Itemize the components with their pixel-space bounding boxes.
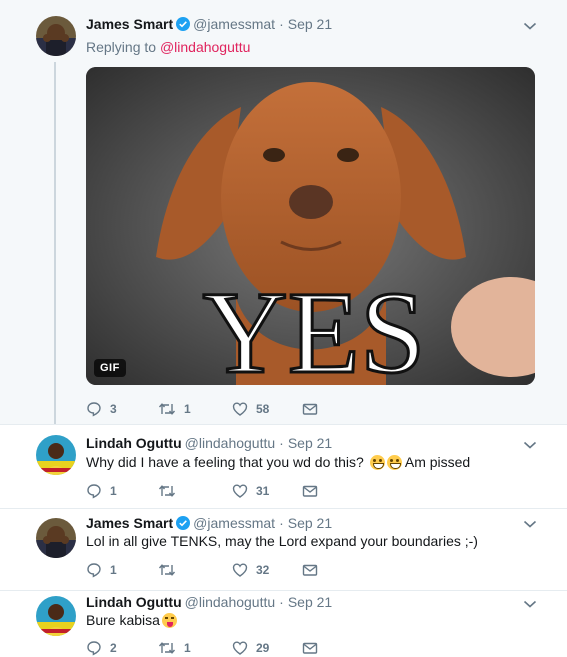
display-name[interactable]: James Smart (86, 515, 173, 531)
envelope-icon (302, 403, 318, 415)
tweet-header: Lindah Oguttu @lindahoguttu · Sep 21 (86, 434, 332, 452)
thread-line (54, 62, 56, 424)
like-count: 32 (256, 563, 270, 577)
avatar[interactable] (36, 16, 76, 56)
gif-media[interactable]: YES GIF (86, 67, 535, 385)
focused-tweet[interactable]: James Smart @jamessmat · Sep 21 Replying to… (0, 0, 567, 424)
heart-icon (232, 402, 248, 416)
tweet-actions: 2 1 29 (86, 639, 346, 657)
envelope-icon (302, 642, 318, 654)
tweet-actions: 1 31 (86, 482, 346, 500)
gif-caption: YES (203, 267, 426, 385)
reply-tweet[interactable]: James Smart @jamessmat · Sep 21 Lol in all … (0, 508, 567, 590)
separator: · (279, 435, 284, 451)
retweet-icon (158, 564, 176, 576)
reply-count: 2 (110, 641, 117, 655)
retweet-count: 1 (184, 402, 191, 416)
avatar[interactable] (36, 596, 76, 636)
dog-gif-image: YES (86, 67, 535, 385)
separator: · (279, 594, 284, 610)
tweet-header: James Smart @jamessmat · Sep 21 (86, 514, 332, 532)
avatar[interactable] (36, 435, 76, 475)
chevron-down-icon[interactable] (523, 21, 537, 31)
timestamp[interactable]: Sep 21 (288, 16, 332, 32)
tweet-header: Lindah Oguttu @lindahoguttu · Sep 21 (86, 593, 332, 611)
replying-to-label: Replying to (86, 39, 157, 55)
retweet-button[interactable]: 1 (158, 400, 191, 418)
separator: · (279, 16, 284, 32)
heart-icon (232, 641, 248, 655)
retweet-button[interactable] (158, 482, 184, 500)
direct-message-button[interactable] (302, 482, 318, 500)
handle[interactable]: @jamessmat (193, 515, 275, 531)
display-name[interactable]: Lindah Oguttu (86, 435, 182, 451)
like-count: 31 (256, 484, 270, 498)
reply-button[interactable]: 1 (86, 482, 117, 500)
reply-icon (87, 563, 101, 578)
reply-button[interactable]: 1 (86, 561, 117, 579)
reply-count: 1 (110, 484, 117, 498)
tweet-header: James Smart @jamessmat · Sep 21 (86, 15, 332, 33)
chevron-down-icon[interactable] (523, 519, 537, 529)
reply-icon (87, 484, 101, 499)
reply-icon (87, 641, 101, 656)
retweet-icon (158, 642, 176, 654)
direct-message-button[interactable] (302, 561, 318, 579)
heart-icon (232, 484, 248, 498)
timestamp[interactable]: Sep 21 (288, 515, 332, 531)
reply-icon (87, 402, 101, 417)
like-count: 58 (256, 402, 270, 416)
verified-badge-icon (176, 17, 191, 31)
retweet-button[interactable]: 1 (158, 639, 191, 657)
display-name[interactable]: Lindah Oguttu (86, 594, 182, 610)
like-button[interactable]: 32 (232, 561, 269, 579)
reply-tweet[interactable]: Lindah Oguttu @lindahoguttu · Sep 21 Bure k… (0, 590, 567, 657)
retweet-button[interactable] (158, 561, 184, 579)
chevron-down-icon[interactable] (523, 440, 537, 450)
envelope-icon (302, 564, 318, 576)
tweet-text-tail: Am pissed (404, 454, 471, 470)
tweet-actions: 1 32 (86, 561, 346, 579)
replying-to-link[interactable]: @lindahoguttu (160, 39, 251, 55)
handle[interactable]: @lindahoguttu (185, 594, 276, 610)
verified-badge-icon (176, 516, 191, 530)
heart-icon (232, 563, 248, 577)
handle[interactable]: @lindahoguttu (185, 435, 276, 451)
grinning-face-icon (369, 455, 385, 470)
retweet-icon (158, 485, 176, 497)
handle[interactable]: @jamessmat (193, 16, 275, 32)
display-name[interactable]: James Smart (86, 16, 173, 32)
tweet-actions: 3 1 58 (86, 400, 346, 418)
chevron-down-icon[interactable] (523, 599, 537, 609)
tweet-text: Lol in all give TENKS, may the Lord expa… (86, 533, 478, 549)
reply-button[interactable]: 3 (86, 400, 117, 418)
tongue-face-icon (161, 613, 177, 628)
reply-button[interactable]: 2 (86, 639, 117, 657)
replying-to: Replying to @lindahoguttu (86, 38, 250, 56)
tweet-text: Bure kabisa (86, 611, 177, 629)
direct-message-button[interactable] (302, 400, 318, 418)
like-count: 29 (256, 641, 270, 655)
timestamp[interactable]: Sep 21 (288, 594, 332, 610)
retweet-count: 1 (184, 641, 191, 655)
separator: · (279, 515, 284, 531)
reply-count: 1 (110, 563, 117, 577)
tweet-text-body: Why did I have a feeling that you wd do … (86, 454, 364, 470)
timestamp[interactable]: Sep 21 (288, 435, 332, 451)
grinning-face-icon (386, 455, 402, 470)
reply-count: 3 (110, 402, 117, 416)
tweet-text-body: Bure kabisa (86, 612, 160, 628)
tweet-text: Why did I have a feeling that you wd do … (86, 453, 470, 471)
like-button[interactable]: 31 (232, 482, 269, 500)
retweet-icon (158, 403, 176, 415)
envelope-icon (302, 485, 318, 497)
reply-tweet[interactable]: Lindah Oguttu @lindahoguttu · Sep 21 Why di… (0, 424, 567, 508)
like-button[interactable]: 58 (232, 400, 269, 418)
like-button[interactable]: 29 (232, 639, 269, 657)
direct-message-button[interactable] (302, 639, 318, 657)
gif-badge: GIF (94, 359, 126, 377)
avatar[interactable] (36, 518, 76, 558)
